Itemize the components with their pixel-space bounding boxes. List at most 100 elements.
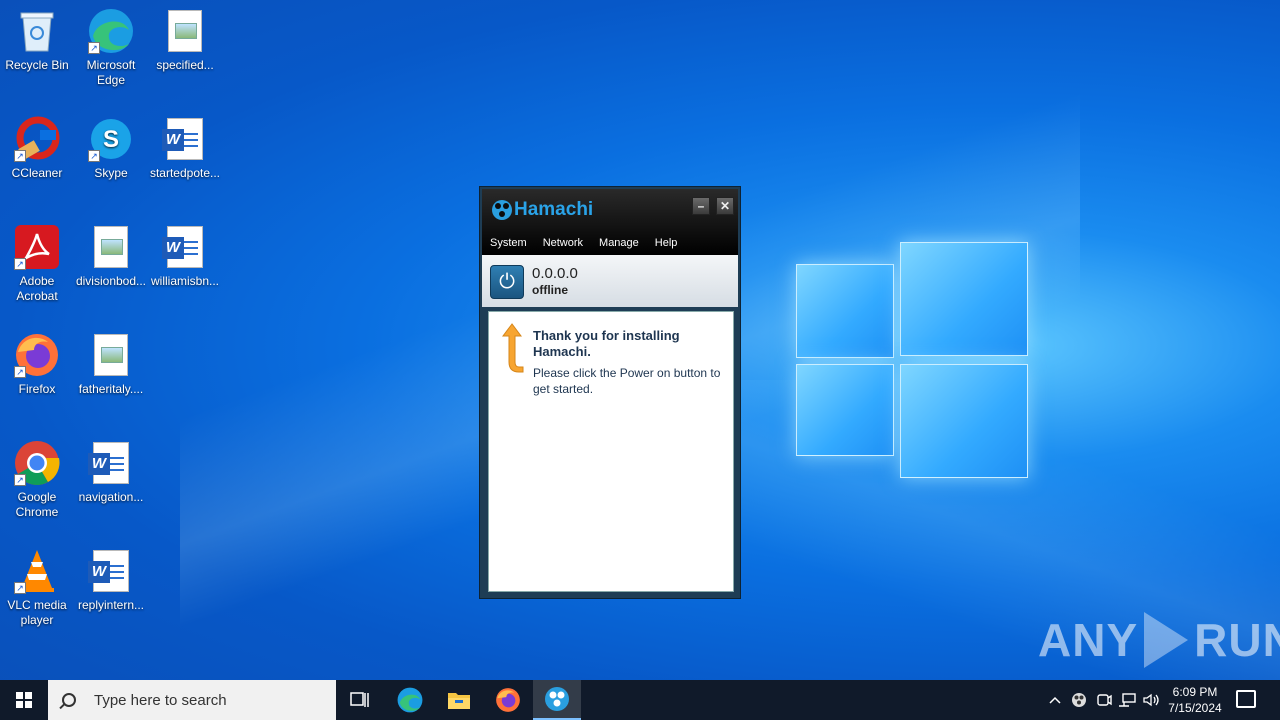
chrome-icon: ↗ — [14, 440, 60, 486]
minimize-button[interactable]: – — [692, 197, 710, 215]
file-explorer-icon — [448, 693, 470, 709]
menu-manage[interactable]: Manage — [599, 237, 639, 249]
ip-address: 0.0.0.0 — [532, 265, 578, 282]
desktop-icon-adobe-acrobat[interactable]: ↗ Adobe Acrobat — [0, 224, 74, 304]
ccleaner-icon: ↗ — [14, 116, 60, 162]
firefox-icon: ↗ — [14, 332, 60, 378]
desktop-icon-label: Firefox — [18, 382, 56, 396]
taskbar-hamachi-button[interactable] — [533, 680, 581, 720]
notification-center-icon[interactable] — [1236, 690, 1256, 708]
welcome-heading: Thank you for installing Hamachi. — [533, 328, 680, 359]
desktop-icon-williamisbn[interactable]: W williamisbn... — [148, 224, 222, 289]
meet-now-icon — [1097, 694, 1112, 706]
desktop-icon-label: Skype — [94, 166, 128, 180]
desktop-icon-navigation[interactable]: W navigation... — [74, 440, 148, 505]
tray-volume-button[interactable] — [1141, 680, 1161, 720]
power-button[interactable]: ⏻ — [490, 265, 524, 299]
hamachi-tray-icon — [1072, 693, 1086, 707]
desktop-icon-label: williamisbn... — [150, 274, 219, 288]
welcome-body: Please click the Power on button to get … — [533, 366, 721, 396]
desktop-icon-skype[interactable]: S ↗ Skype — [74, 116, 148, 181]
windows-start-icon — [16, 692, 32, 708]
desktop-icon-label: Adobe Acrobat — [16, 274, 58, 303]
desktop-icon-divisionbod[interactable]: divisionbod... — [74, 224, 148, 289]
show-hidden-icons-button[interactable] — [1046, 680, 1064, 720]
desktop-icon-label: fatheritaly.... — [78, 382, 144, 396]
svg-text:S: S — [103, 126, 119, 153]
word-document-icon: W — [88, 440, 134, 486]
acrobat-icon: ↗ — [14, 224, 60, 270]
menu-help[interactable]: Help — [655, 237, 678, 249]
desktop-icon-vlc[interactable]: ↗ VLC media player — [0, 548, 74, 628]
start-button[interactable] — [0, 680, 48, 720]
hamachi-menu-bar: System Network Manage Help — [490, 237, 693, 249]
watermark-right-text: RUN — [1194, 614, 1280, 666]
edge-icon: ↗ — [88, 8, 134, 54]
taskbar-clock[interactable]: 6:09 PM 7/15/2024 — [1160, 684, 1230, 716]
desktop-icon-label: startedpote... — [149, 166, 221, 180]
clock-date: 7/15/2024 — [1168, 701, 1222, 715]
desktop-icon-label: navigation... — [78, 490, 144, 504]
firefox-icon — [496, 688, 520, 712]
desktop-icon-startedpote[interactable]: W startedpote... — [148, 116, 222, 181]
desktop-icon-label: CCleaner — [11, 166, 63, 180]
word-document-icon: W — [88, 548, 134, 594]
word-document-icon: W — [162, 116, 208, 162]
image-file-icon — [162, 8, 208, 54]
tray-hamachi-button[interactable] — [1069, 680, 1089, 720]
clock-time: 6:09 PM — [1172, 685, 1218, 699]
hamachi-title-bar[interactable]: Hamachi – ✕ System Network Manage Help — [482, 189, 738, 255]
hamachi-status-panel: ⏻ 0.0.0.0 offline — [482, 255, 738, 307]
hamachi-title: Hamachi — [514, 199, 594, 220]
search-box[interactable]: Type here to search — [48, 680, 336, 720]
desktop-icon-replyintern[interactable]: W replyintern... — [74, 548, 148, 613]
desktop-icon-label: divisionbod... — [75, 274, 147, 288]
desktop-icon-edge[interactable]: ↗ Microsoft Edge — [74, 8, 148, 88]
desktop-icon-google-chrome[interactable]: ↗ Google Chrome — [0, 440, 74, 520]
desktop-icon-label: Microsoft Edge — [86, 58, 136, 87]
close-button[interactable]: ✕ — [716, 197, 734, 215]
chevron-up-icon — [1049, 696, 1061, 704]
up-arrow-icon — [502, 323, 524, 373]
edge-icon — [397, 687, 423, 713]
desktop-icon-label: specified... — [156, 58, 214, 72]
image-file-icon — [88, 224, 134, 270]
desktop-icon-recycle-bin[interactable]: Recycle Bin — [0, 8, 74, 73]
desktop-icon-label: Recycle Bin — [5, 58, 69, 72]
hamachi-logo: Hamachi — [492, 199, 593, 221]
taskbar-edge-button[interactable] — [386, 680, 434, 720]
hamachi-icon — [545, 687, 569, 711]
desktop-icon-firefox[interactable]: ↗ Firefox — [0, 332, 74, 397]
desktop-icon-ccleaner[interactable]: ↗ CCleaner — [0, 116, 74, 181]
word-document-icon: W — [162, 224, 208, 270]
task-view-icon — [350, 692, 369, 707]
search-icon — [62, 693, 76, 707]
taskbar: Type here to search 6:09 PM 7/15/2024 — [0, 680, 1280, 720]
task-view-button[interactable] — [336, 680, 384, 720]
tray-meet-button[interactable] — [1094, 680, 1114, 720]
image-file-icon — [88, 332, 134, 378]
watermark-left-text: ANY — [1038, 614, 1139, 666]
desktop-icon-specified[interactable]: specified... — [148, 8, 222, 73]
taskbar-firefox-button[interactable] — [484, 680, 532, 720]
menu-system[interactable]: System — [490, 237, 527, 249]
menu-network[interactable]: Network — [543, 237, 583, 249]
windows-wallpaper-logo — [796, 242, 1028, 478]
taskbar-file-explorer-button[interactable] — [435, 680, 483, 720]
desktop-icon-fatheritaly[interactable]: fatheritaly.... — [74, 332, 148, 397]
hamachi-logo-icon — [492, 200, 512, 220]
skype-icon: S ↗ — [88, 116, 134, 162]
volume-icon — [1143, 693, 1159, 707]
play-icon — [1144, 612, 1189, 668]
tray-network-button[interactable] — [1117, 680, 1137, 720]
connection-status: offline — [532, 283, 568, 297]
desktop-icon-label: replyintern... — [77, 598, 145, 612]
hamachi-network-list: Thank you for installing Hamachi. Please… — [488, 311, 734, 592]
search-placeholder: Type here to search — [94, 691, 227, 709]
network-icon — [1119, 693, 1136, 707]
anyrun-watermark: ANY RUN — [1038, 612, 1280, 668]
desktop-icon-label: VLC media player — [7, 598, 67, 627]
hamachi-window[interactable]: Hamachi – ✕ System Network Manage Help ⏻… — [479, 186, 741, 599]
recycle-bin-icon — [14, 8, 60, 54]
desktop-icon-label: Google Chrome — [15, 490, 59, 519]
